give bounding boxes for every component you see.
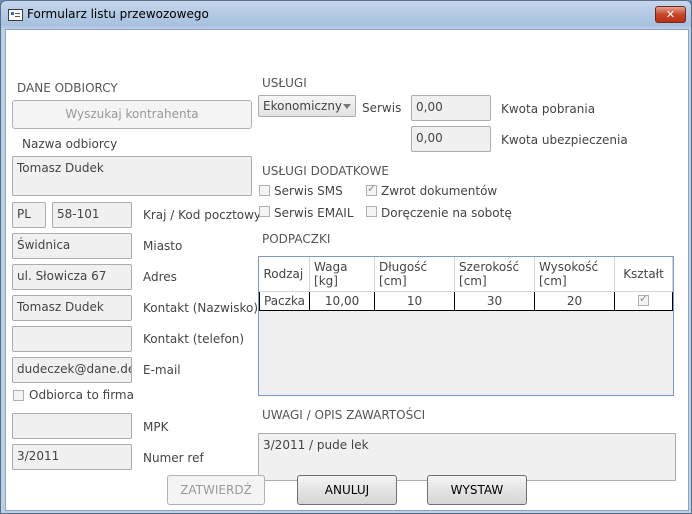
company-checkbox[interactable] — [13, 390, 24, 401]
window-title: Formularz listu przewozowego — [27, 7, 209, 21]
insurance-amount-field[interactable]: 0,00 — [411, 126, 491, 152]
company-checkbox-label: Odbiorca to firma — [29, 388, 134, 402]
form-icon — [8, 9, 23, 21]
city-field[interactable]: Świdnica — [12, 233, 132, 259]
form-body: DANE ODBIORCY Wyszukaj kontrahenta Nazwa… — [5, 29, 689, 511]
parcels-header-row: Rodzaj Waga [kg] Długość [cm] Szerokość … — [259, 257, 674, 292]
address-label: Adres — [143, 270, 177, 284]
close-icon: ✕ — [665, 8, 676, 21]
column-header-width[interactable]: Szerokość [cm] — [454, 257, 535, 292]
app-window: Formularz listu przewozowego ✕ DANE ODBI… — [0, 0, 692, 514]
parcels-table: Rodzaj Waga [kg] Długość [cm] Szerokość … — [258, 257, 674, 311]
parcels-section-label: PODPACZKI — [262, 232, 331, 246]
service-type-value: Ekonomiczny — [263, 99, 343, 113]
title-bar[interactable]: Formularz listu przewozowego ✕ — [1, 1, 691, 29]
confirm-button[interactable]: ZATWIERDŹ — [167, 475, 265, 505]
cod-amount-field[interactable]: 0,00 — [411, 95, 491, 121]
parcel-height-cell[interactable]: 20 — [534, 290, 615, 311]
parcel-length-cell[interactable]: 10 — [374, 290, 456, 311]
contact-phone-label: Kontakt (telefon) — [143, 332, 245, 346]
return-docs-checkbox[interactable] — [366, 182, 377, 196]
email-service-checkbox-label: Serwis EMAIL — [274, 206, 354, 220]
column-header-length[interactable]: Długość [cm] — [374, 257, 456, 292]
city-label: Miasto — [143, 239, 183, 253]
email-label: E-mail — [143, 363, 181, 377]
recipient-name-field[interactable]: Tomasz Dudek — [12, 156, 252, 196]
mpk-label: MPK — [143, 420, 169, 434]
sms-checkbox[interactable] — [259, 185, 270, 196]
search-contractor-button[interactable]: Wyszukaj kontrahenta — [12, 100, 252, 129]
service-label: Serwis — [362, 101, 402, 115]
recipient-name-label: Nazwa odbiorcy — [22, 137, 118, 151]
parcel-shape-cell[interactable] — [613, 290, 674, 311]
table-row[interactable]: Paczka 10,00 10 30 20 — [258, 290, 674, 311]
contact-phone-field[interactable] — [12, 326, 132, 352]
column-header-shape[interactable]: Kształt — [614, 257, 674, 292]
notes-section-label: UWAGI / OPIS ZAWARTOŚCI — [262, 408, 426, 422]
cod-amount-label: Kwota pobrania — [501, 102, 596, 116]
notes-field[interactable]: 3/2011 / pude lek — [258, 433, 676, 481]
parcel-weight-cell[interactable]: 10,00 — [309, 290, 376, 311]
email-service-checkbox[interactable] — [259, 206, 270, 217]
parcel-type-cell[interactable]: Paczka — [258, 290, 311, 311]
services-section-label: USŁUGI — [262, 76, 307, 90]
column-header-type[interactable]: Rodzaj — [259, 257, 311, 292]
recipient-section-label: DANE ODBIORCY — [17, 81, 118, 95]
shape-checkbox[interactable] — [637, 292, 649, 306]
address-field[interactable]: ul. Słowicza 67 — [12, 264, 132, 290]
cancel-button[interactable]: ANULUJ — [297, 475, 397, 505]
service-type-select[interactable]: Ekonomiczny — [258, 95, 356, 117]
country-field[interactable]: PL — [12, 202, 46, 228]
country-postcode-label: Kraj / Kod pocztowy — [143, 208, 262, 222]
contact-name-field[interactable]: Tomasz Dudek — [12, 295, 132, 321]
reference-label: Numer ref — [143, 451, 204, 465]
postcode-field[interactable]: 58-101 — [52, 202, 132, 228]
parcels-grid[interactable]: Rodzaj Waga [kg] Długość [cm] Szerokość … — [258, 256, 674, 396]
email-field[interactable]: dudeczek@dane.demo — [12, 357, 132, 383]
contact-name-label: Kontakt (Nazwisko) — [143, 301, 259, 315]
sms-checkbox-label: Serwis SMS — [274, 184, 343, 198]
close-button[interactable]: ✕ — [655, 6, 686, 23]
insurance-amount-label: Kwota ubezpieczenia — [501, 133, 628, 147]
reference-field[interactable]: 3/2011 — [12, 444, 132, 470]
saturday-delivery-checkbox[interactable] — [366, 206, 377, 217]
parcel-width-cell[interactable]: 30 — [454, 290, 535, 311]
column-header-height[interactable]: Wysokość [cm] — [534, 257, 615, 292]
return-docs-checkbox-label: Zwrot dokumentów — [381, 184, 498, 198]
column-header-weight[interactable]: Waga [kg] — [309, 257, 376, 292]
chevron-down-icon — [343, 104, 351, 109]
issue-waybill-button[interactable]: WYSTAW PODOB — [427, 475, 527, 513]
extra-services-section-label: USŁUGI DODATKOWE — [262, 164, 390, 178]
saturday-delivery-checkbox-label: Doręczenie na sobotę — [381, 206, 512, 220]
mpk-field[interactable] — [12, 413, 132, 439]
